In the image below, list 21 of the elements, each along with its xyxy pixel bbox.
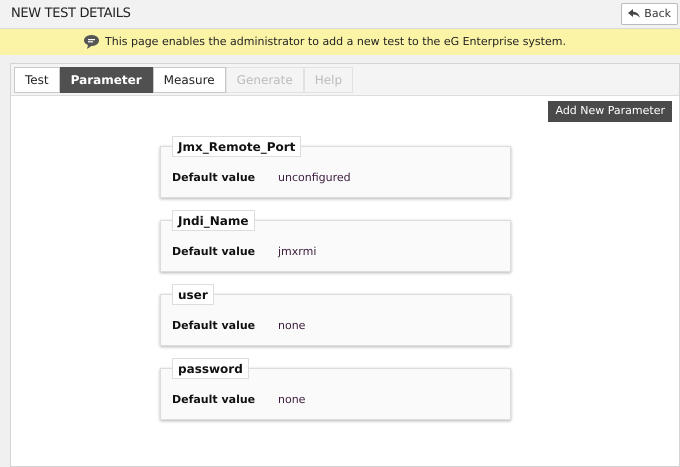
tab[interactable]: Parameter [60, 67, 153, 93]
field-value: none [278, 318, 306, 334]
info-message: This page enables the administrator to add a new test to the eG Enterprise system. [105, 34, 566, 50]
back-button[interactable]: Back [621, 3, 678, 25]
add-parameter-button[interactable]: Add New Parameter [548, 101, 672, 122]
back-arrow-icon [628, 9, 640, 19]
speech-bubble-icon [84, 35, 99, 49]
field-label: Default value [172, 244, 256, 260]
tab[interactable]: Measure [152, 67, 226, 93]
tab[interactable]: Test [14, 67, 60, 93]
field-value: none [278, 392, 306, 408]
parameter-name: password [172, 358, 249, 379]
field-value: jmxrmi [278, 244, 316, 260]
field-label: Default value [172, 392, 256, 408]
parameter-name: Jndi_Name [172, 210, 254, 231]
field-value: unconfigured [278, 170, 351, 186]
page-title: NEW TEST DETAILS [11, 5, 131, 24]
field-label: Default value [172, 318, 256, 334]
parameter-name: Jmx_Remote_Port [172, 136, 302, 157]
parameter-name: user [172, 284, 214, 305]
field-label: Default value [172, 170, 256, 186]
